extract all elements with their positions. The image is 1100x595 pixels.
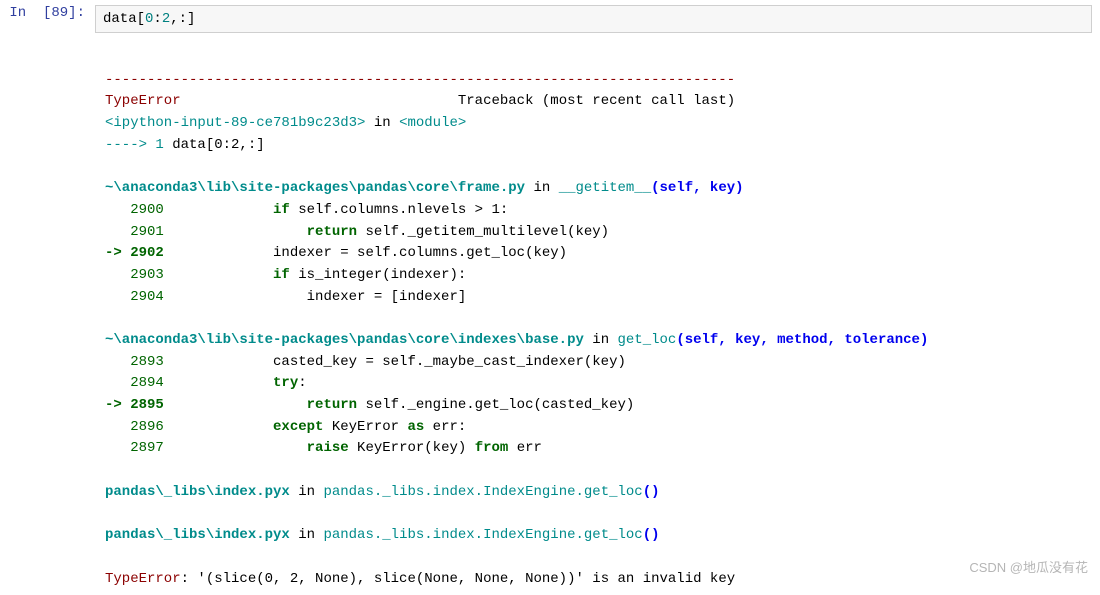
frame1-path: ~\anaconda3\lib\site-packages\pandas\cor… <box>105 180 525 196</box>
frame2-path: ~\anaconda3\lib\site-packages\pandas\cor… <box>105 332 584 348</box>
code-text: data[0:2,:] <box>103 11 195 27</box>
final-msg: : '(slice(0, 2, None), slice(None, None,… <box>181 571 736 587</box>
watermark: CSDN @地瓜没有花 <box>969 557 1088 576</box>
dash-line: ----------------------------------------… <box>105 72 735 88</box>
input-cell: In [89]: data[0:2,:] <box>0 0 1100 38</box>
ipython-input: <ipython-input-89-ce781b9c23d3> <box>105 115 365 131</box>
pyx-path-1: pandas\_libs\index.pyx <box>105 484 290 500</box>
error-name: TypeError <box>105 93 181 109</box>
frame2-func: get_loc <box>618 332 677 348</box>
in-prompt: In [89]: <box>0 5 95 21</box>
module-word: <module> <box>399 115 466 131</box>
code-input[interactable]: data[0:2,:] <box>95 5 1092 33</box>
final-error: TypeError <box>105 571 181 587</box>
frame1-func: __getitem__ <box>559 180 651 196</box>
pyx-path-2: pandas\_libs\index.pyx <box>105 527 290 543</box>
traceback-label: Traceback (most recent call last) <box>458 93 735 109</box>
output-area: ----------------------------------------… <box>95 38 1100 595</box>
